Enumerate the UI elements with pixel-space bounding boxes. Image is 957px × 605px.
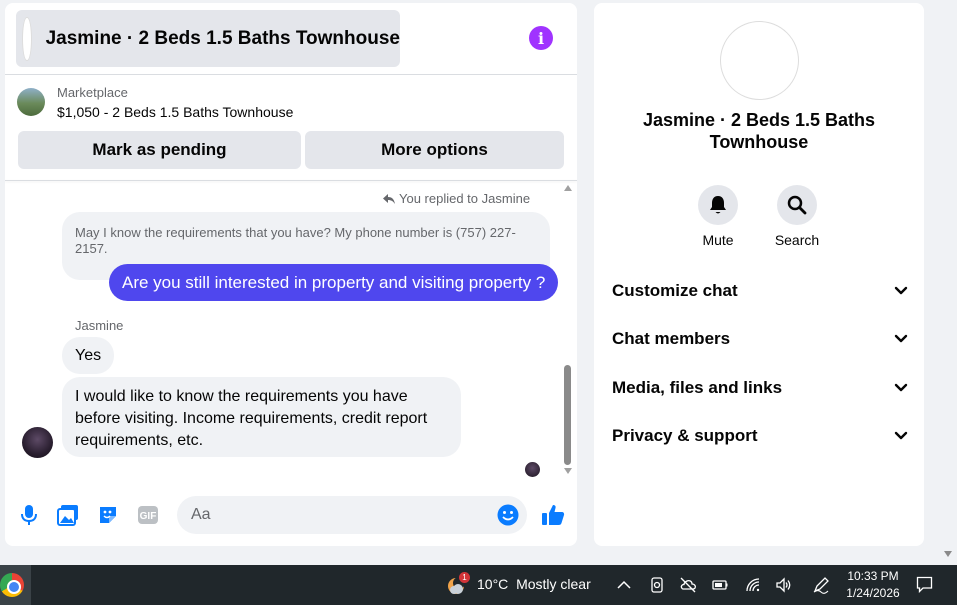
sent-message[interactable]: Are you still interested in property and…	[109, 264, 559, 301]
mute-button[interactable]: Mute	[688, 185, 748, 248]
listing-thumbnail[interactable]	[17, 88, 45, 116]
system-clock[interactable]: 10:33 PM 1/24/2026	[840, 568, 906, 602]
clock-date: 1/24/2026	[846, 586, 900, 600]
more-options-button[interactable]: More options	[305, 131, 564, 169]
marketplace-listing[interactable]: Marketplace $1,050 - 2 Beds 1.5 Baths To…	[17, 85, 293, 120]
received-message[interactable]: I would like to know the requirements yo…	[62, 377, 461, 457]
weather-desc: Mostly clear	[516, 576, 591, 592]
search-icon[interactable]	[777, 185, 817, 225]
section-label: Media, files and links	[612, 378, 783, 397]
received-message[interactable]: Yes	[62, 337, 115, 374]
volume-icon[interactable]	[775, 576, 793, 594]
message-input[interactable]	[177, 496, 527, 534]
wifi-icon[interactable]	[744, 576, 762, 594]
mute-label: Mute	[702, 232, 734, 248]
notification-icon[interactable]	[916, 576, 933, 593]
chat-info-panel: Jasmine · 2 Beds 1.5 Baths Townhouse Mut…	[594, 3, 924, 546]
search-label: Search	[774, 232, 820, 248]
divider	[5, 180, 577, 181]
microphone-icon[interactable]	[18, 504, 40, 526]
section-chat-members[interactable]: Chat members	[612, 324, 908, 354]
chat-header[interactable]: Jasmine · 2 Beds 1.5 Baths Townhouse	[16, 10, 400, 67]
chat-panel: Jasmine · 2 Beds 1.5 Baths Townhouse i M…	[5, 3, 577, 546]
camera-app-icon[interactable]	[648, 576, 666, 594]
bell-icon[interactable]	[698, 185, 738, 225]
chevron-down-icon	[894, 334, 908, 343]
reply-icon	[383, 193, 395, 204]
weather-temp: 10°C	[477, 576, 509, 592]
chevron-up-icon[interactable]	[615, 576, 633, 594]
taskbar: 1 10°C Mostly clear 10:33 PM 1/24/2026	[0, 565, 957, 605]
seen-indicator-avatar	[525, 462, 540, 477]
battery-icon[interactable]	[711, 576, 729, 594]
marketplace-label: Marketplace	[57, 85, 128, 100]
chevron-down-icon	[894, 431, 908, 440]
chevron-down-icon	[894, 383, 908, 392]
section-customize-chat[interactable]: Customize chat	[612, 276, 908, 306]
scroll-up-arrow-icon[interactable]	[564, 185, 572, 191]
emoji-icon[interactable]	[497, 504, 519, 526]
cloud-offline-icon[interactable]	[679, 576, 697, 594]
chat-title[interactable]: Jasmine · 2 Beds 1.5 Baths Townhouse	[46, 28, 400, 50]
listing-title[interactable]: $1,050 - 2 Beds 1.5 Baths Townhouse	[57, 104, 293, 120]
divider	[5, 74, 577, 75]
info-avatar[interactable]	[720, 21, 799, 100]
section-privacy-support[interactable]: Privacy & support	[612, 421, 908, 451]
photo-icon[interactable]	[57, 504, 79, 526]
thumbs-up-icon[interactable]	[540, 504, 566, 526]
info-title: Jasmine · 2 Beds 1.5 Baths Townhouse	[642, 110, 876, 152]
weather-widget[interactable]: 10°C Mostly clear	[477, 576, 591, 592]
chevron-down-icon	[894, 286, 908, 295]
section-label: Customize chat	[612, 281, 738, 300]
gif-label: GIF	[140, 511, 157, 522]
replied-note: You replied to Jasmine	[383, 191, 530, 206]
sticker-icon[interactable]	[97, 504, 119, 526]
info-icon[interactable]: i	[529, 26, 553, 50]
section-media-files-links[interactable]: Media, files and links	[612, 373, 908, 403]
message-composer: GIF	[5, 490, 577, 538]
pen-icon[interactable]	[812, 576, 830, 594]
mark-as-pending-button[interactable]: Mark as pending	[18, 131, 301, 169]
chat-avatar[interactable]	[22, 16, 32, 61]
section-label: Chat members	[612, 329, 731, 348]
scroll-down-arrow-icon[interactable]	[564, 468, 572, 474]
clock-time: 10:33 PM	[847, 569, 899, 583]
weather-badge: 1	[459, 572, 470, 583]
chrome-icon[interactable]	[0, 573, 24, 597]
gif-icon[interactable]: GIF	[137, 504, 159, 526]
scrollbar[interactable]	[562, 183, 574, 478]
section-label: Privacy & support	[612, 426, 758, 445]
search-button[interactable]: Search	[767, 185, 827, 248]
contact-avatar[interactable]	[22, 427, 53, 458]
page-scroll-down-arrow-icon[interactable]	[944, 551, 952, 557]
sender-name: Jasmine	[75, 318, 124, 333]
scrollbar-thumb[interactable]	[564, 365, 571, 465]
replied-note-text: You replied to Jasmine	[399, 191, 531, 206]
